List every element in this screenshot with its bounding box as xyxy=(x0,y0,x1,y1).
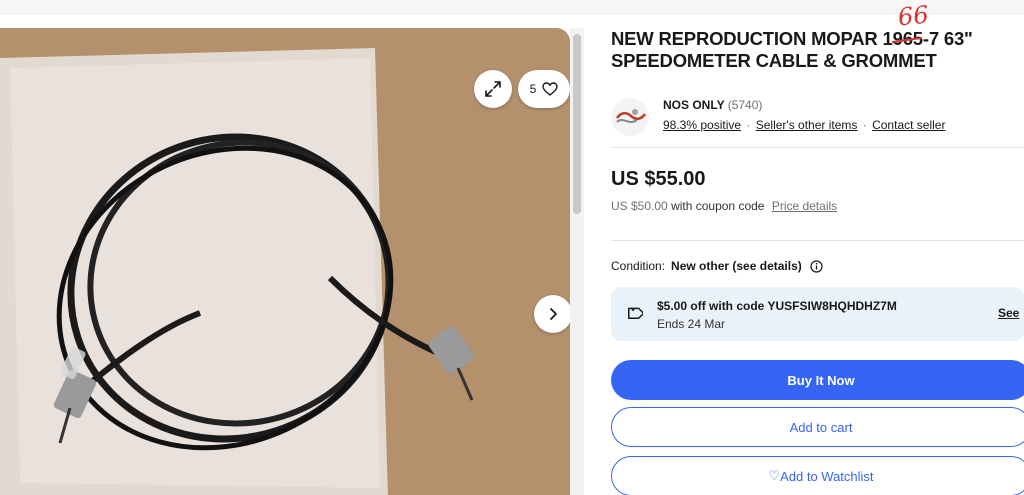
seller-avatar[interactable] xyxy=(611,98,649,136)
buy-it-now-button[interactable]: Buy It Now xyxy=(611,360,1024,400)
separator-dot: · xyxy=(862,118,867,132)
seller-links: 98.3% positive · Seller's other items · … xyxy=(663,118,945,132)
listing-title: NEW REPRODUCTION MOPAR 1965-7 63" SPEEDO… xyxy=(611,28,973,71)
seller-other-items-link[interactable]: Seller's other items xyxy=(756,118,858,132)
seller-info: NOS ONLY (5740) 98.3% positive · Seller'… xyxy=(611,96,1024,136)
expand-icon xyxy=(485,81,501,97)
seller-name[interactable]: NOS ONLY xyxy=(663,98,724,112)
separator-dot: · xyxy=(746,118,751,132)
coupon-ends: Ends 24 Mar xyxy=(657,317,726,331)
add-to-watchlist-button[interactable]: ♡ Add to Watchlist xyxy=(611,456,1024,495)
watch-count: 5 xyxy=(529,82,537,96)
coupon-price-line: US $50.00 with coupon code Price details xyxy=(611,199,837,213)
price-details-link[interactable]: Price details xyxy=(772,199,837,213)
info-icon[interactable] xyxy=(810,259,823,273)
expand-image-button[interactable] xyxy=(474,70,512,108)
seller-positive-link[interactable]: 98.3% positive xyxy=(663,118,741,132)
coupon-see-link[interactable]: See xyxy=(998,306,1019,320)
seller-feedback-count: (5740) xyxy=(727,98,763,112)
title-handwritten-annotation: 66 xyxy=(896,0,930,32)
divider xyxy=(611,147,1024,148)
seller-name-line: NOS ONLY (5740) xyxy=(663,98,762,112)
watchlist-label: Add to Watchlist xyxy=(780,468,874,484)
condition-label: Condition: xyxy=(611,259,666,273)
product-image-gallery[interactable]: 5 xyxy=(0,28,570,495)
coupon-title: $5.00 off with code YUSFSIW8HQHDHZ7M xyxy=(657,299,897,313)
chevron-right-icon xyxy=(550,308,557,320)
listing-details: NEW REPRODUCTION MOPAR 1965-7 63" SPEEDO… xyxy=(611,0,1024,495)
coupon-price-text: with coupon code xyxy=(671,199,765,213)
gallery-scrollbar[interactable] xyxy=(570,28,584,495)
divider xyxy=(611,240,1024,241)
gallery-watch-button[interactable]: 5 xyxy=(518,70,570,108)
contact-seller-link[interactable]: Contact seller xyxy=(872,118,945,132)
next-image-button[interactable] xyxy=(534,295,570,333)
add-to-cart-button[interactable]: Add to cart xyxy=(611,407,1024,447)
heart-icon xyxy=(542,82,559,96)
coupon-tag-icon xyxy=(628,307,643,319)
coupon-banner: $5.00 off with code YUSFSIW8HQHDHZ7M End… xyxy=(611,287,1024,341)
coupon-price: US $50.00 xyxy=(611,199,668,213)
condition-row: Condition: New other (see details) xyxy=(611,259,823,273)
scrollbar-thumb[interactable] xyxy=(573,34,581,214)
heart-icon: ♡ xyxy=(768,468,781,483)
item-price: US $55.00 xyxy=(611,168,706,190)
condition-value[interactable]: New other (see details) xyxy=(671,259,802,273)
seller-logo-image xyxy=(615,109,647,123)
